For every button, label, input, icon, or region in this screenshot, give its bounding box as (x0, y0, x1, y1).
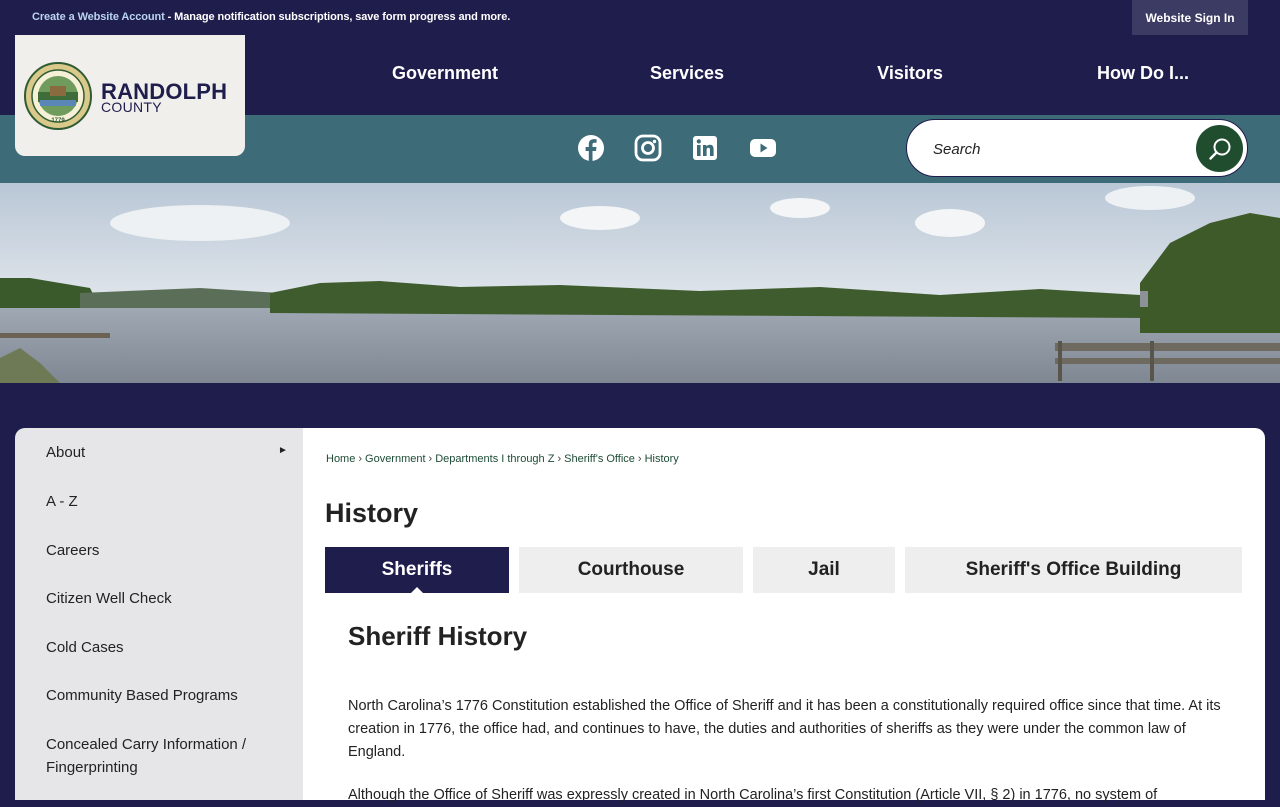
history-paragraph-1: North Carolina’s 1776 Constitution estab… (348, 698, 1221, 760)
sidebar-item-about[interactable]: About (46, 441, 85, 464)
sidebar-menu: About ► A - Z Careers Citizen Well Check… (15, 428, 303, 800)
breadcrumb-sheriffs-office[interactable]: Sheriff's Office (564, 453, 635, 465)
history-paragraph-2: Although the Office of Sheriff was expre… (348, 787, 1158, 803)
sidebar-item-community-based-programs[interactable]: Community Based Programs (46, 684, 238, 707)
tab-courthouse[interactable]: Courthouse (519, 547, 743, 593)
expand-arrow-icon[interactable]: ► (278, 445, 288, 456)
account-notice: Create a Website Account - Manage notifi… (32, 11, 510, 23)
breadcrumb-separator: › (637, 453, 642, 465)
sidebar-item-concealed-carry[interactable]: Concealed Carry Information / Fingerprin… (46, 733, 266, 779)
nav-item-how-do-i[interactable]: How Do I... (1097, 63, 1189, 84)
page-title: History (325, 498, 419, 528)
search-input[interactable] (931, 136, 1185, 162)
linkedin-icon[interactable] (691, 134, 719, 162)
tab-sheriffs[interactable]: Sheriffs (325, 547, 509, 593)
breadcrumb-separator: › (428, 453, 433, 465)
search-box (906, 119, 1248, 177)
sidebar-item-cold-cases[interactable]: Cold Cases (46, 636, 124, 659)
youtube-icon[interactable] (748, 134, 778, 162)
sidebar-item-a-z[interactable]: A - Z (46, 490, 78, 513)
website-sign-in-button[interactable]: Website Sign In (1132, 0, 1248, 35)
sidebar-item-careers[interactable]: Careers (46, 539, 99, 562)
nav-item-visitors[interactable]: Visitors (877, 63, 943, 84)
nav-item-services[interactable]: Services (650, 63, 724, 84)
banner-image (0, 183, 1280, 383)
county-name-line2: COUNTY (101, 99, 162, 115)
breadcrumb-current[interactable]: History (645, 453, 679, 465)
county-seal-icon: 1779 (24, 62, 92, 130)
facebook-icon[interactable] (577, 134, 605, 162)
county-logo[interactable]: 1779 RANDOLPH COUNTY (15, 35, 245, 156)
main-content: Home › Government › Departments I through Z ›… (303, 428, 1265, 803)
breadcrumb-departments[interactable]: Departments I through Z (435, 453, 554, 465)
top-utility-bar: Create a Website Account - Manage notifi… (0, 0, 1280, 35)
svg-text:1779: 1779 (51, 118, 65, 124)
create-account-link[interactable]: Create a Website Account (32, 11, 165, 23)
breadcrumb: Home › Government › Departments I through Z ›… (326, 453, 679, 465)
search-icon (1208, 138, 1230, 160)
nav-item-government[interactable]: Government (392, 63, 498, 84)
lake-landscape-image (0, 183, 1280, 383)
tab-sheriffs-office-building[interactable]: Sheriff's Office Building (905, 547, 1242, 593)
breadcrumb-home[interactable]: Home (326, 453, 355, 465)
breadcrumb-separator: › (557, 453, 562, 465)
section-title: Sheriff History (348, 621, 528, 651)
breadcrumb-government[interactable]: Government (365, 453, 426, 465)
sidebar-item-citizen-well-check[interactable]: Citizen Well Check (46, 587, 172, 610)
account-notice-text: - Manage notification subscriptions, sav… (164, 11, 511, 23)
instagram-icon[interactable] (634, 134, 662, 162)
tab-jail[interactable]: Jail (753, 547, 895, 593)
breadcrumb-separator: › (358, 453, 363, 465)
search-button[interactable] (1196, 125, 1243, 172)
